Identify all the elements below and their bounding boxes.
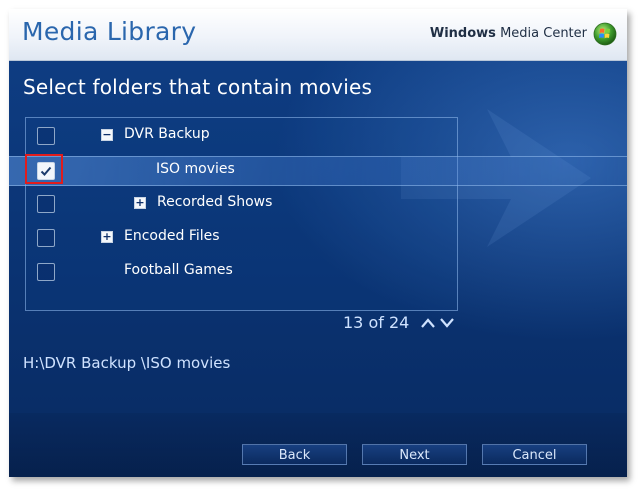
expand-toggle[interactable]: + bbox=[101, 231, 113, 243]
folder-label: Encoded Files bbox=[124, 228, 220, 244]
checkmark-icon bbox=[40, 166, 52, 176]
folder-checkbox[interactable] bbox=[37, 263, 55, 281]
collapse-toggle[interactable]: − bbox=[101, 129, 113, 141]
folder-label: Football Games bbox=[124, 262, 233, 278]
app-title: Media Library bbox=[22, 17, 197, 46]
folder-row-recorded-shows[interactable]: + Recorded Shows bbox=[9, 190, 627, 218]
media-center-window: Media Library Windows Media Center Selec… bbox=[9, 9, 627, 477]
chevron-down-icon[interactable] bbox=[439, 317, 455, 329]
folder-checkbox[interactable] bbox=[37, 195, 55, 213]
brand-product: Media Center bbox=[500, 26, 587, 41]
folder-row-iso-movies[interactable]: ISO movies bbox=[9, 154, 627, 186]
cancel-button[interactable]: Cancel bbox=[482, 444, 587, 465]
brand-windows: Windows bbox=[429, 26, 496, 41]
page-counter: 13 of 24 bbox=[343, 313, 410, 332]
media-center-brand: Windows Media Center bbox=[430, 26, 587, 41]
page-heading: Select folders that contain movies bbox=[23, 75, 373, 99]
folder-label: Recorded Shows bbox=[157, 194, 273, 210]
chevron-up-icon[interactable] bbox=[420, 317, 436, 329]
back-button[interactable]: Back bbox=[242, 444, 347, 465]
folder-row-dvr-backup[interactable]: − DVR Backup bbox=[9, 122, 627, 150]
folder-row-encoded-files[interactable]: + Encoded Files bbox=[9, 224, 627, 252]
folder-label: DVR Backup bbox=[124, 126, 210, 142]
expand-toggle[interactable]: + bbox=[134, 197, 146, 209]
folder-row-football-games[interactable]: Football Games bbox=[9, 258, 627, 286]
next-button[interactable]: Next bbox=[362, 444, 467, 465]
title-bar: Media Library Windows Media Center bbox=[9, 9, 627, 61]
folder-checkbox[interactable] bbox=[37, 229, 55, 247]
windows-flag-icon[interactable] bbox=[593, 22, 617, 46]
folder-label: ISO movies bbox=[156, 161, 235, 177]
selected-folder-path: H:\DVR Backup \ISO movies bbox=[23, 354, 231, 372]
folder-checkbox[interactable] bbox=[37, 162, 55, 180]
folder-checkbox[interactable] bbox=[37, 127, 55, 145]
